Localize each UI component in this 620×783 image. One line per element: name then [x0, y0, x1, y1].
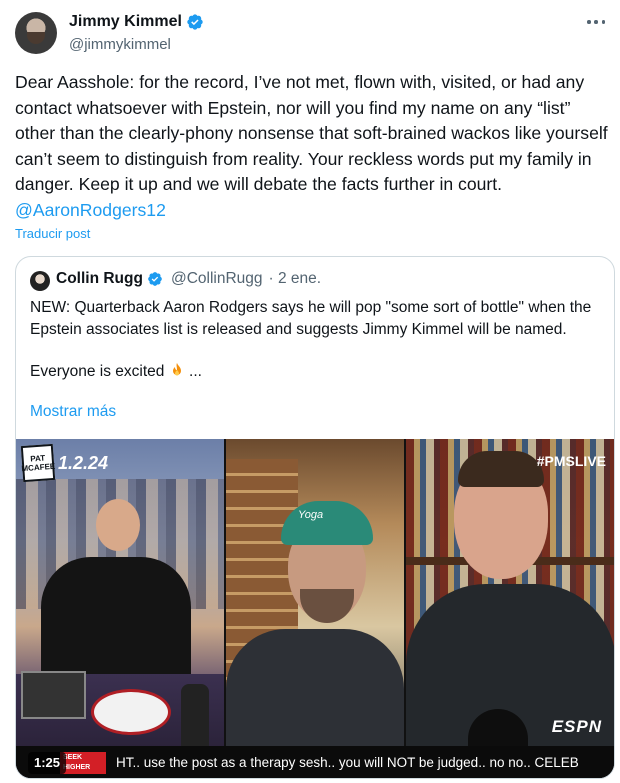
tweet-body: Dear Aasshole: for the record, I’ve not …: [15, 72, 608, 194]
author-handle[interactable]: @jimmykimmel: [69, 36, 171, 53]
quote-paragraph-1: NEW: Quarterback Aaron Rodgers says he w…: [30, 299, 592, 338]
more-options-icon[interactable]: [584, 14, 608, 30]
video-player[interactable]: PAT MCAFEE 1.2.24 Yoga #PMSLIVE ESPN SEE…: [16, 439, 614, 778]
news-ticker: SEEK HIGHER HT.. use the post as a thera…: [16, 746, 614, 778]
quote-display-name[interactable]: Collin Rugg: [56, 270, 143, 288]
translate-post-link[interactable]: Traducir post: [15, 226, 90, 241]
mention-link[interactable]: @AaronRodgers12: [15, 200, 166, 220]
show-date: 1.2.24: [58, 453, 109, 473]
verified-badge-icon: [148, 272, 162, 286]
network-logo: ESPN: [551, 717, 602, 736]
quote-date[interactable]: · 2 ene.: [269, 270, 322, 288]
dot: [587, 20, 591, 24]
tweet-text: Dear Aasshole: for the record, I’ve not …: [15, 70, 610, 223]
dot: [601, 20, 605, 24]
video-panel-right: #PMSLIVE ESPN: [406, 439, 614, 778]
video-panel-middle: Yoga: [226, 439, 404, 778]
quote-paragraph-2-text: Everyone is excited: [30, 363, 165, 380]
quote-author-avatar[interactable]: [30, 271, 50, 291]
avatar-beard: [27, 32, 45, 44]
guest-beard: [300, 589, 354, 623]
quote-ellipsis: ...: [189, 363, 202, 380]
ticker-text: HT.. use the post as a therapy sesh.. yo…: [116, 755, 579, 770]
tweet: Jimmy Kimmel @jimmykimmel Dear Aasshole:…: [0, 0, 620, 783]
author-avatar[interactable]: [15, 12, 57, 54]
video-panel-left: PAT MCAFEE 1.2.24: [16, 439, 224, 778]
show-logo: PAT MCAFEE: [20, 443, 55, 483]
ticker-badge: SEEK HIGHER: [60, 752, 106, 774]
host-head: [96, 499, 140, 551]
quoted-tweet-card[interactable]: Collin Rugg @CollinRugg · 2 ene. NEW: Qu…: [15, 256, 615, 779]
dot: [594, 20, 598, 24]
cap-logo: Yoga: [298, 509, 324, 521]
hashtag-overlay: #PMSLIVE: [536, 453, 606, 469]
football: [91, 689, 171, 735]
verified-badge-icon: [187, 14, 203, 30]
quote-name-row: Collin Rugg @CollinRugg · 2 ene.: [56, 270, 321, 288]
cohost-hair: [458, 451, 544, 487]
author-name-row: Jimmy Kimmel: [69, 13, 204, 31]
author-display-name[interactable]: Jimmy Kimmel: [69, 13, 182, 31]
video-duration: 1:25: [28, 752, 67, 774]
quote-text: NEW: Quarterback Aaron Rodgers says he w…: [30, 297, 600, 383]
quote-paragraph-2: Everyone is excited ...: [30, 361, 600, 383]
show-more-link[interactable]: Mostrar más: [30, 403, 116, 421]
host-figure: [41, 499, 191, 697]
quote-handle[interactable]: @CollinRugg: [171, 270, 263, 288]
laptop: [21, 671, 86, 719]
fire-emoji-icon: [172, 363, 181, 376]
